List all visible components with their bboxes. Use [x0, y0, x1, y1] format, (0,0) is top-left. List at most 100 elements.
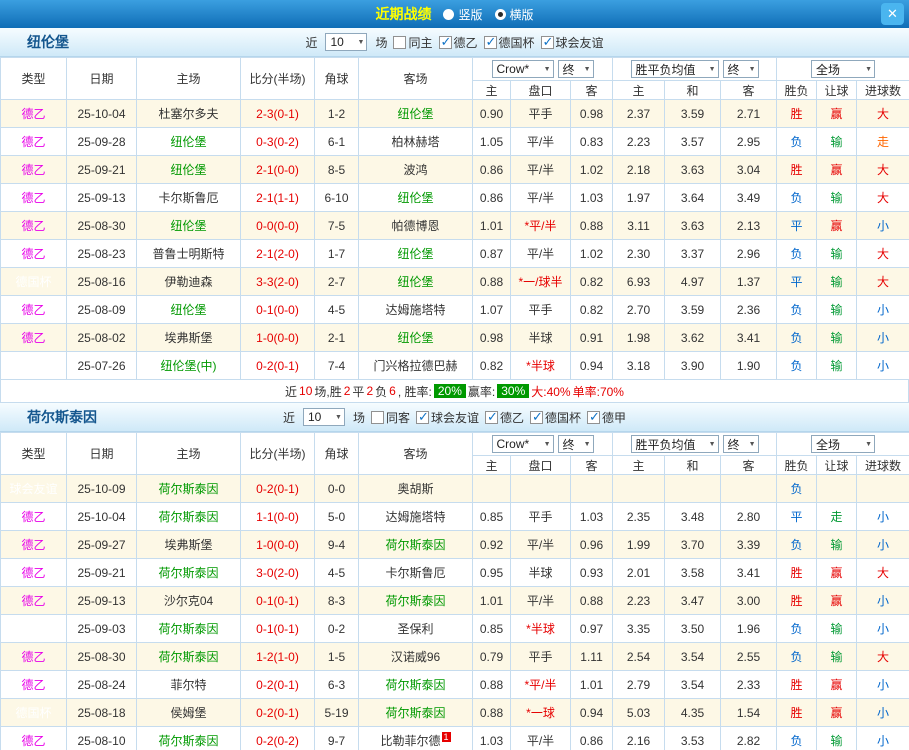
home-team-cell[interactable]: 普鲁士明斯特 — [136, 239, 241, 268]
column-header: 类型 — [0, 432, 67, 475]
home-team-cell[interactable]: 埃弗斯堡 — [136, 323, 241, 352]
away-team-cell[interactable]: 纽伦堡 — [358, 183, 473, 212]
final-odds-select[interactable]: 终 ▼ — [557, 435, 594, 453]
home-team-cell[interactable]: 伊勒迪森 — [136, 267, 241, 296]
away-team-cell[interactable]: 波鸿 — [358, 155, 473, 184]
home-team-cell[interactable]: 荷尔斯泰因 — [136, 614, 241, 643]
home-team-cell[interactable]: 纽伦堡 — [136, 127, 241, 156]
away-team-cell[interactable]: 荷尔斯泰因 — [358, 670, 473, 699]
checkbox-icon[interactable] — [485, 409, 498, 425]
score-cell[interactable]: 0-2(0-1) — [240, 351, 315, 380]
checkbox-icon[interactable] — [370, 410, 384, 424]
near-label: 近 — [305, 35, 318, 50]
score-cell[interactable]: 0-2(0-1) — [240, 698, 315, 727]
away-team-cell[interactable]: 达姆施塔特 — [358, 502, 473, 531]
checkbox-icon[interactable] — [393, 35, 407, 49]
score-cell[interactable]: 1-0(0-0) — [240, 530, 315, 559]
final-odds-select[interactable]: 终 ▼ — [557, 60, 594, 78]
home-team-cell[interactable]: 侯姆堡 — [136, 698, 241, 727]
score-cell[interactable]: 3-0(2-0) — [240, 558, 315, 587]
score-cell[interactable]: 3-3(2-0) — [240, 267, 315, 296]
checkbox-icon[interactable] — [540, 34, 554, 50]
filter-checkbox-item[interactable]: 德乙 — [485, 409, 524, 426]
odds-cell: 0.88 — [569, 586, 614, 615]
score-cell[interactable]: 0-2(0-2) — [240, 726, 315, 750]
away-team-cell[interactable]: 达姆施塔特 — [358, 295, 473, 324]
radio-icon[interactable] — [494, 8, 506, 20]
filter-checkbox-item[interactable]: 同客 — [370, 409, 410, 426]
score-cell[interactable]: 2-1(1-1) — [240, 183, 315, 212]
away-team-cell[interactable]: 荷尔斯泰因 — [358, 586, 473, 615]
home-team-cell[interactable]: 沙尔克04 — [136, 586, 241, 615]
match-count-select[interactable]: 10 ▼ — [302, 408, 345, 426]
away-team-cell[interactable]: 汉诺威96 — [358, 642, 473, 671]
score-cell[interactable]: 1-2(1-0) — [240, 642, 315, 671]
away-team-cell[interactable]: 纽伦堡 — [358, 267, 473, 296]
bookmaker-select[interactable]: Crow* ▼ — [491, 60, 554, 78]
away-team-cell[interactable]: 纽伦堡 — [358, 99, 473, 128]
score-cell[interactable]: 0-1(0-1) — [240, 586, 315, 615]
home-team-cell[interactable]: 荷尔斯泰因 — [136, 726, 241, 750]
away-team-cell[interactable]: 奥胡斯 — [358, 474, 473, 503]
vertical-layout-radio[interactable]: 竖版 — [443, 6, 483, 23]
home-team-cell[interactable]: 纽伦堡 — [136, 211, 241, 240]
score-cell[interactable]: 2-1(0-0) — [240, 155, 315, 184]
score-cell[interactable]: 1-1(0-0) — [240, 502, 315, 531]
score-cell[interactable]: 1-0(0-0) — [240, 323, 315, 352]
checkbox-icon[interactable] — [438, 34, 452, 50]
score-cell[interactable]: 0-3(0-2) — [240, 127, 315, 156]
checkbox-icon[interactable] — [483, 34, 497, 50]
filter-checkbox-item[interactable]: 同主 — [393, 34, 433, 51]
home-team-cell[interactable]: 纽伦堡(中) — [136, 351, 241, 380]
checkbox-icon[interactable] — [530, 409, 544, 425]
filter-checkbox-item[interactable]: 德国杯 — [483, 34, 535, 51]
filter-checkbox-item[interactable]: 球会友谊 — [540, 34, 604, 51]
horizontal-layout-radio[interactable]: 横版 — [494, 6, 534, 23]
away-team-cell[interactable]: 纽伦堡 — [358, 323, 473, 352]
score-cell[interactable]: 2-3(0-1) — [240, 99, 315, 128]
away-team-cell[interactable]: 纽伦堡 — [358, 239, 473, 268]
score-cell[interactable]: 2-1(2-0) — [240, 239, 315, 268]
avg-odds-select[interactable]: 胜平负均值 ▼ — [630, 435, 719, 453]
away-team-cell[interactable]: 荷尔斯泰因 — [358, 530, 473, 559]
home-team-cell[interactable]: 杜塞尔多夫 — [136, 99, 241, 128]
filter-checkbox-item[interactable]: 球会友谊 — [415, 409, 479, 426]
home-team-cell[interactable]: 埃弗斯堡 — [136, 530, 241, 559]
away-team-cell[interactable]: 卡尔斯鲁厄 — [358, 558, 473, 587]
home-team-cell[interactable]: 荷尔斯泰因 — [136, 642, 241, 671]
home-team-cell[interactable]: 纽伦堡 — [136, 155, 241, 184]
away-team-cell[interactable]: 比勒菲尔德 1 — [358, 726, 473, 750]
home-team-cell[interactable]: 荷尔斯泰因 — [136, 558, 241, 587]
handicap-result-cell: 输 — [816, 127, 858, 156]
away-team-cell[interactable]: 门兴格拉德巴赫 — [358, 351, 473, 380]
away-team-cell[interactable]: 柏林赫塔 — [358, 127, 473, 156]
close-button[interactable]: ✕ — [881, 3, 904, 25]
filter-checkbox-item[interactable]: 德甲 — [587, 409, 626, 426]
home-team-cell[interactable]: 卡尔斯鲁厄 — [136, 183, 241, 212]
checkbox-icon[interactable] — [415, 409, 429, 425]
home-team-cell[interactable]: 荷尔斯泰因 — [136, 474, 241, 503]
bookmaker-select[interactable]: Crow* ▼ — [491, 435, 554, 453]
score-cell[interactable]: 0-1(0-0) — [240, 295, 315, 324]
score-cell[interactable]: 0-1(0-1) — [240, 614, 315, 643]
away-team-cell[interactable]: 圣保利 — [358, 614, 473, 643]
score-cell[interactable]: 0-0(0-0) — [240, 211, 315, 240]
match-scope-select[interactable]: 全场 ▼ — [811, 60, 876, 78]
avg-odds-select[interactable]: 胜平负均值 ▼ — [630, 60, 719, 78]
final-odds-select[interactable]: 终 ▼ — [722, 60, 759, 78]
score-cell[interactable]: 0-2(0-1) — [240, 474, 315, 503]
home-team-cell[interactable]: 菲尔特 — [136, 670, 241, 699]
score-cell[interactable]: 0-2(0-1) — [240, 670, 315, 699]
final-odds-select[interactable]: 终 ▼ — [722, 435, 759, 453]
away-team-cell[interactable]: 荷尔斯泰因 — [358, 698, 473, 727]
filter-checkbox-item[interactable]: 德乙 — [438, 34, 478, 51]
checkbox-icon[interactable] — [587, 409, 601, 425]
radio-icon[interactable] — [443, 8, 455, 20]
home-team-cell[interactable]: 纽伦堡 — [136, 295, 241, 324]
match-scope-select[interactable]: 全场 ▼ — [811, 435, 876, 453]
filter-checkbox-item[interactable]: 德国杯 — [530, 409, 581, 426]
away-team-cell[interactable]: 帕德博恩 — [358, 211, 473, 240]
match-count-select[interactable]: 10 ▼ — [325, 33, 368, 51]
column-subheader: 和 — [664, 80, 722, 100]
home-team-cell[interactable]: 荷尔斯泰因 — [136, 502, 241, 531]
